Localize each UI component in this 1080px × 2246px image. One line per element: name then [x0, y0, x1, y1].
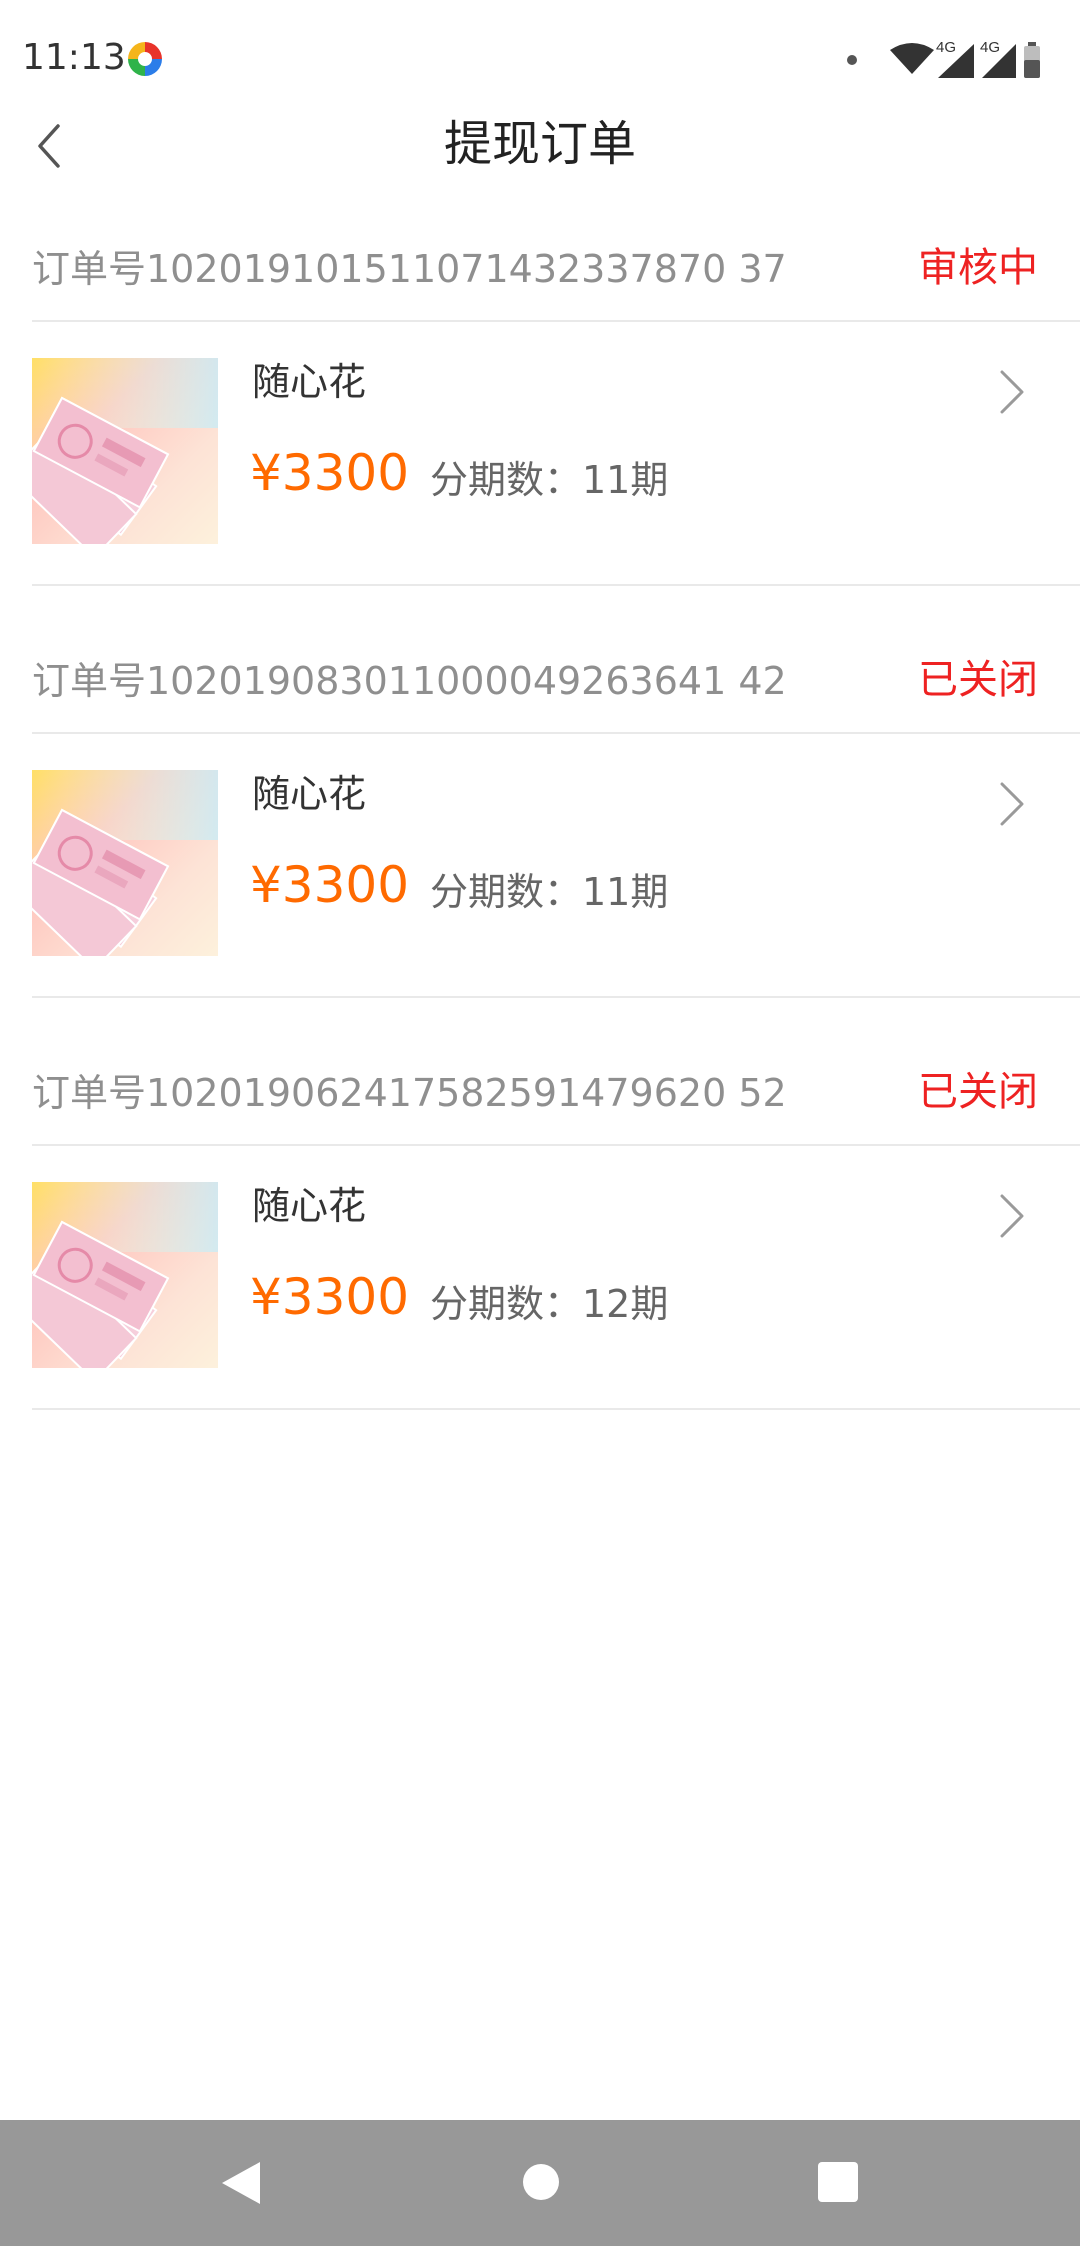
order-card[interactable]: 订单号102019083011000049263641 42 已关闭 随心花 ¥… — [0, 630, 1080, 1042]
battery-icon — [1024, 42, 1040, 78]
product-name: 随心花 — [252, 360, 367, 404]
page-title: 提现订单 — [443, 116, 636, 172]
nav-home-icon[interactable] — [523, 2164, 559, 2200]
order-status: 已关闭 — [918, 1069, 1038, 1115]
banknote-image — [32, 1182, 218, 1368]
network-type-1: 4G — [936, 39, 956, 56]
network-type-2: 4G — [980, 39, 1000, 56]
divider — [32, 1408, 1080, 1410]
installment-count: 分期数：11期 — [430, 870, 669, 914]
order-header: 订单号102019083011000049263641 42 已关闭 — [0, 630, 1080, 732]
product-name: 随心花 — [252, 772, 367, 816]
order-status: 已关闭 — [918, 657, 1038, 703]
installment-count: 分期数：11期 — [430, 458, 669, 502]
installment-count: 分期数：12期 — [430, 1282, 669, 1326]
status-bar: 11:13 4G 4G — [0, 0, 1080, 116]
header: 提现订单 — [0, 100, 1080, 210]
nav-back-icon[interactable] — [214, 2156, 268, 2210]
nav-recents-icon[interactable] — [818, 2162, 858, 2202]
order-card[interactable]: 订单号102019101511071432337870 37 审核中 随心花 ¥… — [0, 218, 1080, 630]
order-item[interactable]: 随心花 ¥3300 分期数：12期 — [0, 1146, 1080, 1408]
product-price: ¥3300 — [250, 1268, 410, 1326]
order-item[interactable]: 随心花 ¥3300 分期数：11期 — [0, 322, 1080, 584]
wifi-icon — [890, 43, 934, 74]
product-price: ¥3300 — [250, 856, 410, 914]
app-notification-icon — [128, 42, 162, 76]
chevron-right-icon[interactable] — [992, 778, 1032, 830]
status-icons: 4G 4G — [847, 39, 1040, 78]
order-status: 审核中 — [918, 245, 1038, 291]
banknote-image — [32, 770, 218, 956]
divider — [32, 996, 1080, 998]
order-header: 订单号102019062417582591479620 52 已关闭 — [0, 1042, 1080, 1144]
chevron-right-icon[interactable] — [992, 1190, 1032, 1242]
product-name: 随心花 — [252, 1184, 367, 1228]
notification-dot-icon — [847, 55, 857, 65]
order-item[interactable]: 随心花 ¥3300 分期数：11期 — [0, 734, 1080, 996]
order-number: 订单号102019101511071432337870 37 — [32, 247, 787, 291]
system-nav-bar — [0, 2120, 1080, 2246]
chevron-right-icon[interactable] — [992, 366, 1032, 418]
divider — [32, 584, 1080, 586]
banknote-image — [32, 358, 218, 544]
status-time: 11:13 — [22, 37, 126, 78]
order-header: 订单号102019101511071432337870 37 审核中 — [0, 218, 1080, 320]
order-number: 订单号102019083011000049263641 42 — [32, 659, 787, 703]
order-card[interactable]: 订单号102019062417582591479620 52 已关闭 随心花 ¥… — [0, 1042, 1080, 1454]
product-price: ¥3300 — [250, 444, 410, 502]
order-number: 订单号102019062417582591479620 52 — [32, 1071, 787, 1115]
